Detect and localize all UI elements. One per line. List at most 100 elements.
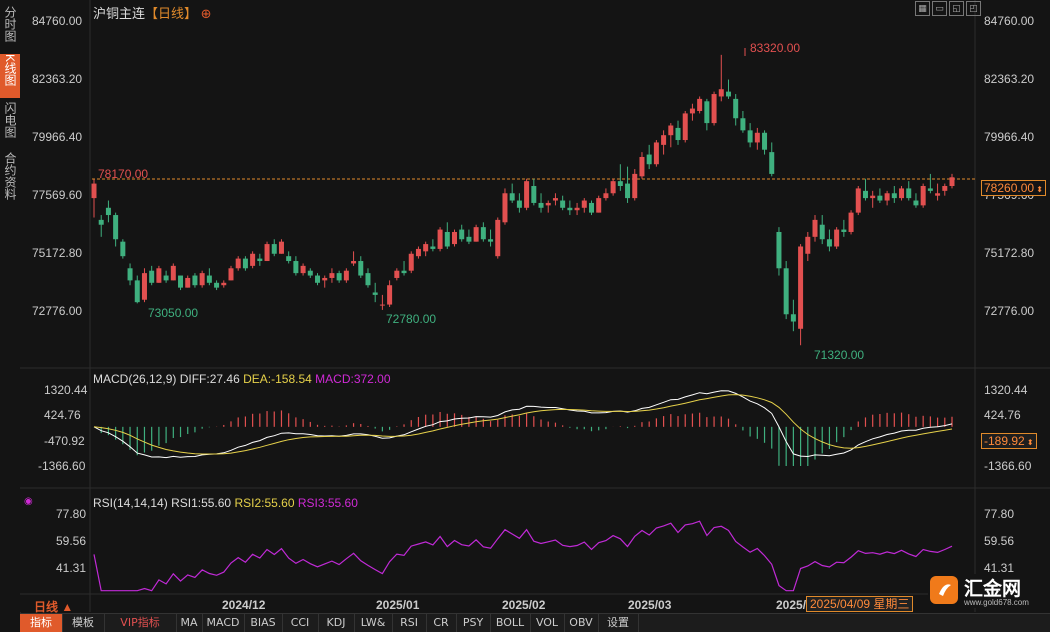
candle-body <box>754 132 760 143</box>
candle-body <box>819 224 825 240</box>
candle-body <box>862 190 868 199</box>
tab-boll[interactable]: BOLL <box>490 614 531 632</box>
rsi-legend: RSI(14,14,14) RSI1:55.60 RSI2:55.60 RSI3… <box>93 496 358 510</box>
minus-icon[interactable]: ▭ <box>932 1 947 16</box>
tab-macd[interactable]: MACD <box>202 614 245 632</box>
grid-icon[interactable]: ▦ <box>915 1 930 16</box>
high-price-label: 83320.00 <box>750 41 801 55</box>
time-label: 2025/01 <box>376 598 420 612</box>
rsi-tick-left: 77.80 <box>56 507 87 521</box>
candle-body <box>437 229 443 249</box>
macd-legend: MACD(26,12,9) DIFF:27.46 DEA:-158.54 MAC… <box>93 372 391 386</box>
symbol-name: 沪铜主连 <box>93 6 146 21</box>
tab-template[interactable]: 模板 <box>62 614 105 632</box>
rsi2-value: RSI2:55.60 <box>234 496 295 510</box>
target-icon[interactable]: ◉ <box>24 496 33 507</box>
candle-body <box>199 273 205 286</box>
candle-body <box>682 113 688 141</box>
candle-body <box>250 253 256 266</box>
tab-label: VIP指标 <box>120 616 160 629</box>
tab-settings[interactable]: 设置 <box>598 614 639 632</box>
plus-circle-icon[interactable]: ⊕ <box>201 6 212 21</box>
maximize-icon[interactable]: ◰ <box>966 1 981 16</box>
candle-body <box>610 181 616 194</box>
macd-current-value: -189.92 <box>984 434 1025 448</box>
candle-body <box>776 231 782 269</box>
candle-body <box>98 219 104 225</box>
candle-body <box>927 188 933 191</box>
rsi-tick-right: 59.56 <box>984 534 1015 548</box>
candle-body <box>178 275 184 288</box>
tab-cr[interactable]: CR <box>426 614 457 632</box>
candle-body <box>502 193 508 223</box>
tab-indicator[interactable]: 指标 <box>20 614 63 632</box>
time-label: 2025/02 <box>502 598 546 612</box>
candle-body <box>379 304 385 306</box>
candle-body <box>307 270 313 276</box>
candle-body <box>516 200 522 208</box>
candle-body <box>524 181 530 208</box>
price-tick-left: 82363.20 <box>32 72 83 86</box>
tab-obv[interactable]: OBV <box>564 614 599 632</box>
gold678-logo: 汇金网 www.gold678.com <box>928 574 1050 608</box>
rsi-tick-left: 59.56 <box>56 534 87 548</box>
candle-body <box>343 270 349 281</box>
candle-body <box>329 273 335 278</box>
candle-body <box>401 270 407 274</box>
candle-body <box>725 91 731 97</box>
tab-psy[interactable]: PSY <box>456 614 491 632</box>
tab-label: VOL <box>535 616 559 629</box>
candle-body <box>538 202 544 208</box>
candle-body <box>466 236 472 242</box>
candle-body <box>740 118 746 131</box>
tab-label: 模板 <box>72 616 94 629</box>
candle-body <box>235 258 241 269</box>
candle-body <box>293 261 299 274</box>
tab-label: 指标 <box>30 616 52 629</box>
price-tick-right: 72776.00 <box>984 304 1035 318</box>
price-tick-left: 72776.00 <box>32 304 83 318</box>
candle-body <box>798 246 804 329</box>
candle-body <box>257 258 263 262</box>
candle-body <box>531 186 537 203</box>
rsi1-value: RSI1:55.60 <box>171 496 232 510</box>
candle-body <box>855 188 861 213</box>
tab-lw[interactable]: LW& <box>354 614 393 632</box>
tab-vip-indicator[interactable]: VIP指标 <box>104 614 177 632</box>
price-tick-right: 82363.20 <box>984 72 1035 86</box>
candle-body <box>639 156 645 177</box>
macd-tick-right: -1366.60 <box>984 459 1032 473</box>
candle-body <box>588 202 594 213</box>
price-tick-left: 77569.60 <box>32 188 83 202</box>
low-price-label: 71320.00 <box>814 348 865 362</box>
candle-body <box>704 101 710 124</box>
candle-body <box>509 193 515 201</box>
candle-body <box>228 268 234 281</box>
candle-body <box>718 89 724 97</box>
candle-body <box>617 181 623 187</box>
candle-body <box>206 275 212 283</box>
macd-tick-left: -470.92 <box>44 434 85 448</box>
candle-body <box>149 270 155 283</box>
tab-bias[interactable]: BIAS <box>244 614 283 632</box>
tab-vol[interactable]: VOL <box>530 614 565 632</box>
symbol-title: 沪铜主连【日线】 ⊕ <box>93 3 212 22</box>
restore-icon[interactable]: ◱ <box>949 1 964 16</box>
candle-body <box>365 273 371 286</box>
tab-cci[interactable]: CCI <box>282 614 319 632</box>
candle-body <box>271 244 277 254</box>
tab-kdj[interactable]: KDJ <box>318 614 355 632</box>
tab-ma[interactable]: MA <box>176 614 203 632</box>
candle-body <box>185 277 191 288</box>
tab-rsi[interactable]: RSI <box>392 614 427 632</box>
candle-body <box>423 244 429 252</box>
macd-title: MACD(26,12,9) <box>93 372 177 386</box>
candle-body <box>675 127 681 141</box>
candle-body <box>105 207 111 216</box>
candle-body <box>625 183 631 199</box>
rsi-title: RSI(14,14,14) <box>93 496 168 510</box>
macd-tick-right: 1320.44 <box>984 383 1028 397</box>
current-price-value: 78260.00 <box>984 181 1035 195</box>
cursor-date-badge: 2025/04/09 星期三 <box>806 596 914 612</box>
candle-body <box>596 198 602 213</box>
